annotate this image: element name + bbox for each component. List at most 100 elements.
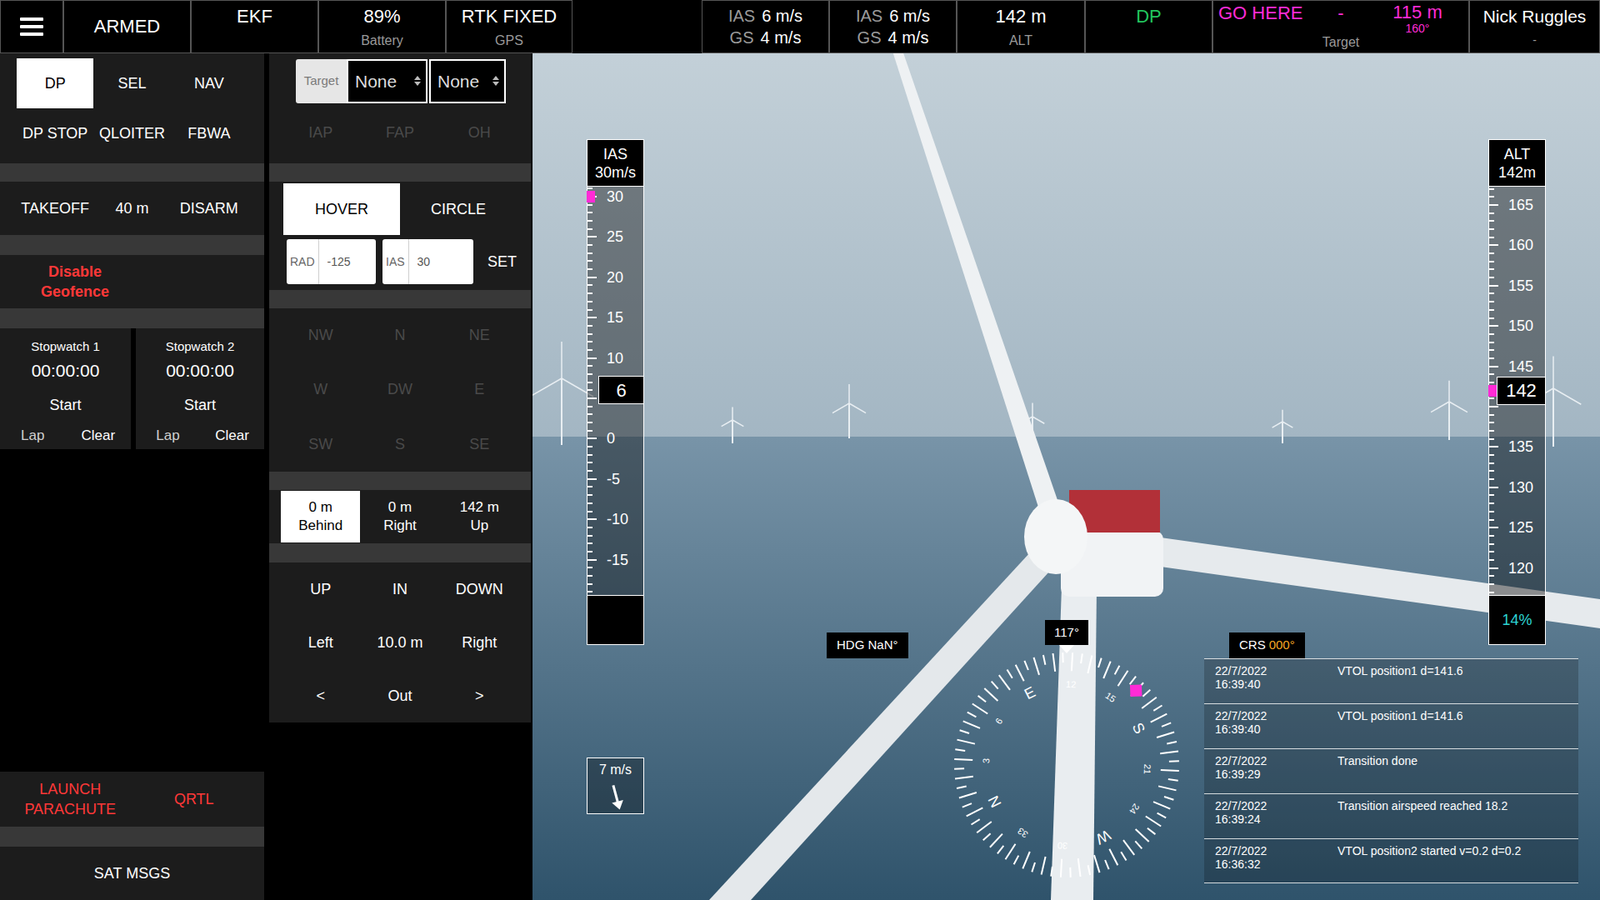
battery-status-value: 89% bbox=[363, 5, 400, 28]
mode-button[interactable]: FBWA bbox=[170, 108, 248, 159]
emergency-button[interactable]: LAUNCHPARACHUTE bbox=[8, 771, 133, 827]
stopwatch-actions: LapClear bbox=[0, 425, 131, 447]
menu-button[interactable] bbox=[0, 0, 64, 54]
video-view: 30252015100-5-10-156IAS30m/s165160155150… bbox=[532, 53, 1600, 900]
mode-button[interactable]: NAV bbox=[170, 58, 248, 109]
mode-button[interactable]: DP STOP bbox=[16, 108, 94, 159]
tape-tick bbox=[586, 494, 593, 496]
offset-button[interactable]: 0 mBehind bbox=[280, 490, 360, 543]
message-text: VTOL position1 d=141.6 bbox=[1337, 664, 1579, 704]
panel-divider bbox=[269, 543, 531, 563]
mode-button[interactable]: DP bbox=[16, 58, 94, 109]
target-marker bbox=[586, 190, 595, 203]
nudge-buttons: UPINDOWN Left10.0 mRight <Out> bbox=[269, 562, 531, 723]
message-timestamp: 22/7/202216:39:24 bbox=[1215, 799, 1338, 839]
tape-tick bbox=[1488, 486, 1499, 489]
tape-label: 15 bbox=[606, 309, 624, 326]
direction-button[interactable]: SW bbox=[280, 433, 360, 456]
sat-msgs-button[interactable]: SAT MSGS bbox=[0, 846, 265, 900]
compass-heading: 117° bbox=[1045, 620, 1089, 645]
emergency-button[interactable]: QRTL bbox=[132, 771, 257, 827]
direction-button[interactable]: E bbox=[440, 378, 520, 401]
geofence-button[interactable]: DisableGeofence bbox=[0, 255, 150, 309]
nudge-button[interactable]: Out bbox=[360, 685, 440, 708]
approach-button[interactable]: FAP bbox=[360, 121, 440, 145]
tape-tick bbox=[1488, 204, 1499, 206]
tape-tick bbox=[1488, 365, 1499, 368]
nudge-button[interactable]: UP bbox=[280, 578, 360, 601]
message-time: 16:39:40 bbox=[1215, 677, 1338, 691]
approach-button[interactable]: IAP bbox=[280, 121, 360, 145]
pilot-name-value: Nick Ruggles bbox=[1483, 5, 1587, 28]
airspeed-input[interactable]: IAS30 bbox=[382, 239, 474, 285]
direction-button[interactable]: DW bbox=[360, 378, 440, 401]
main-area: DPSELNAV DP STOPQLOITERFBWA TAKEOFF40 mDIS… bbox=[0, 53, 1600, 900]
target-row: GO HERE-115 m160° bbox=[1213, 2, 1469, 35]
target-select[interactable]: None bbox=[346, 59, 428, 104]
loiter-mode-button[interactable]: CIRCLE bbox=[400, 183, 517, 235]
pilot-detail: - bbox=[1532, 32, 1537, 48]
tape-tick bbox=[586, 566, 593, 569]
tape-tick bbox=[1488, 535, 1495, 537]
stopwatch-actions: LapClear bbox=[135, 425, 265, 447]
takeoff-altitude[interactable]: 40 m bbox=[93, 197, 170, 220]
nudge-button[interactable]: DOWN bbox=[440, 578, 520, 601]
approach-button[interactable]: OH bbox=[440, 121, 520, 145]
tape-tick bbox=[1488, 454, 1495, 456]
tape-label: 130 bbox=[1508, 479, 1534, 496]
wind-arrow-icon bbox=[600, 778, 631, 812]
tape-tick bbox=[586, 292, 593, 295]
compass-label: 21 bbox=[1142, 764, 1154, 775]
clear-button[interactable]: Clear bbox=[65, 425, 132, 447]
target-label: Target bbox=[1322, 34, 1360, 51]
tape-title: ALT bbox=[1504, 145, 1531, 164]
nudge-button[interactable]: IN bbox=[360, 578, 440, 601]
message-text: VTOL position2 started v=0.2 d=0.2 bbox=[1337, 844, 1579, 883]
tape-tick bbox=[586, 437, 597, 440]
message-time: 16:39:24 bbox=[1215, 812, 1338, 826]
set-button[interactable]: SET bbox=[473, 250, 531, 274]
radius-input[interactable]: RAD-125 bbox=[286, 239, 376, 285]
loiter-mode-button[interactable]: HOVER bbox=[283, 183, 400, 235]
tape-tick bbox=[586, 405, 593, 408]
armed-status[interactable]: ARMED bbox=[63, 0, 191, 54]
emergency-label: LAUNCH bbox=[39, 779, 101, 800]
nudge-button[interactable]: < bbox=[280, 685, 360, 708]
nudge-button[interactable]: > bbox=[440, 685, 520, 708]
disarm-button[interactable]: DISARM bbox=[170, 197, 248, 220]
direction-button[interactable]: NW bbox=[280, 324, 360, 347]
direction-button[interactable]: W bbox=[280, 378, 360, 401]
tape-tick bbox=[1488, 405, 1499, 408]
lap-button[interactable]: Lap bbox=[135, 425, 200, 447]
target-select[interactable]: None bbox=[429, 59, 506, 104]
nudge-button[interactable]: Left bbox=[280, 631, 360, 655]
nudge-button[interactable]: 10.0 m bbox=[360, 631, 440, 655]
tape-tick bbox=[586, 583, 593, 585]
tape-label: 20 bbox=[606, 269, 624, 286]
tape-tick bbox=[586, 276, 597, 279]
offset-button[interactable]: 142 mUp bbox=[440, 490, 520, 543]
target-select-label: Target bbox=[295, 59, 347, 104]
tape-setting: 30m/s bbox=[595, 163, 636, 182]
start-button[interactable]: Start bbox=[184, 394, 216, 416]
tape-label: 145 bbox=[1508, 358, 1534, 375]
start-button[interactable]: Start bbox=[49, 394, 81, 416]
heading-readout: HDG NaN° bbox=[826, 632, 909, 659]
message-timestamp: 22/7/202216:36:32 bbox=[1215, 844, 1338, 883]
mode-button[interactable]: QLOITER bbox=[93, 108, 170, 159]
lap-button[interactable]: Lap bbox=[0, 425, 66, 447]
tape-tick bbox=[1488, 381, 1495, 384]
tape-tick bbox=[586, 244, 593, 246]
takeoff-button[interactable]: TAKEOFF bbox=[16, 197, 94, 220]
tape-tick bbox=[1488, 188, 1495, 190]
mode-button[interactable]: SEL bbox=[93, 58, 170, 109]
nudge-button[interactable]: Right bbox=[440, 631, 520, 655]
offset-button[interactable]: 0 mRight bbox=[360, 490, 440, 543]
direction-button[interactable]: S bbox=[360, 433, 440, 456]
offset-label: Right bbox=[383, 516, 417, 535]
tape-tick bbox=[586, 502, 593, 505]
direction-button[interactable]: NE bbox=[440, 324, 520, 347]
clear-button[interactable]: Clear bbox=[200, 425, 265, 447]
direction-button[interactable]: SE bbox=[440, 433, 520, 456]
direction-button[interactable]: N bbox=[360, 324, 440, 347]
